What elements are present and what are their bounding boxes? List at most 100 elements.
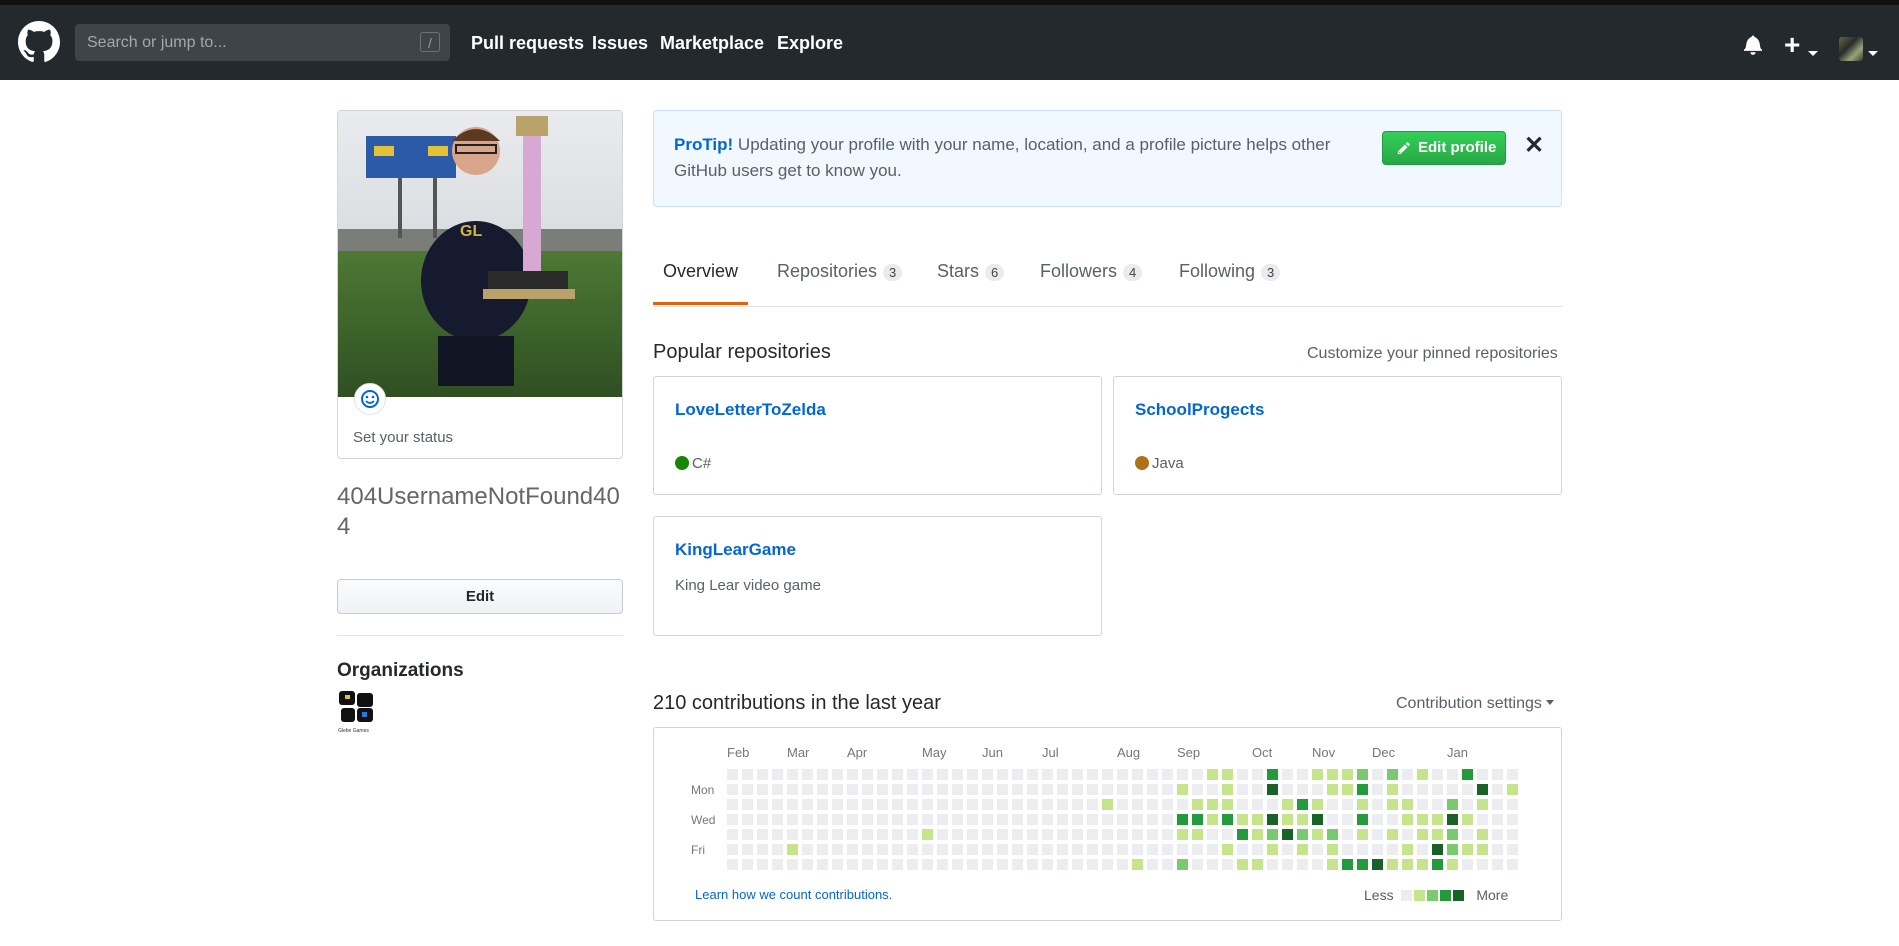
- contribution-day-cell[interactable]: [937, 859, 948, 870]
- contribution-day-cell[interactable]: [1117, 799, 1128, 810]
- contribution-day-cell[interactable]: [1027, 829, 1038, 840]
- contribution-day-cell[interactable]: [997, 844, 1008, 855]
- contribution-day-cell[interactable]: [832, 844, 843, 855]
- contribution-day-cell[interactable]: [892, 814, 903, 825]
- contribution-day-cell[interactable]: [1447, 769, 1458, 780]
- contribution-day-cell[interactable]: [952, 814, 963, 825]
- contribution-day-cell[interactable]: [1027, 844, 1038, 855]
- nav-issues[interactable]: Issues: [592, 33, 648, 54]
- edit-profile-button[interactable]: Edit: [337, 579, 623, 614]
- contribution-day-cell[interactable]: [862, 799, 873, 810]
- contribution-day-cell[interactable]: [1102, 814, 1113, 825]
- contribution-day-cell[interactable]: [1147, 814, 1158, 825]
- contribution-day-cell[interactable]: [727, 784, 738, 795]
- contribution-day-cell[interactable]: [1507, 859, 1518, 870]
- contribution-day-cell[interactable]: [877, 859, 888, 870]
- contribution-day-cell[interactable]: [787, 859, 798, 870]
- contribution-day-cell[interactable]: [1267, 769, 1278, 780]
- contribution-day-cell[interactable]: [1072, 799, 1083, 810]
- contribution-day-cell[interactable]: [1312, 829, 1323, 840]
- contribution-day-cell[interactable]: [817, 784, 828, 795]
- contribution-day-cell[interactable]: [1327, 829, 1338, 840]
- contribution-day-cell[interactable]: [1432, 859, 1443, 870]
- contribution-day-cell[interactable]: [1342, 784, 1353, 795]
- contribution-day-cell[interactable]: [1087, 814, 1098, 825]
- contribution-day-cell[interactable]: [907, 844, 918, 855]
- contribution-day-cell[interactable]: [1357, 859, 1368, 870]
- contribution-day-cell[interactable]: [1477, 859, 1488, 870]
- contribution-day-cell[interactable]: [1237, 829, 1248, 840]
- contribution-day-cell[interactable]: [1342, 844, 1353, 855]
- contribution-day-cell[interactable]: [1312, 784, 1323, 795]
- contribution-day-cell[interactable]: [1207, 769, 1218, 780]
- contribution-day-cell[interactable]: [1402, 769, 1413, 780]
- contribution-day-cell[interactable]: [832, 784, 843, 795]
- contribution-day-cell[interactable]: [1372, 814, 1383, 825]
- contribution-day-cell[interactable]: [1252, 829, 1263, 840]
- contribution-day-cell[interactable]: [1132, 814, 1143, 825]
- contribution-day-cell[interactable]: [1042, 769, 1053, 780]
- contribution-day-cell[interactable]: [1387, 814, 1398, 825]
- contribution-day-cell[interactable]: [1102, 844, 1113, 855]
- contribution-day-cell[interactable]: [922, 814, 933, 825]
- contribution-day-cell[interactable]: [1042, 814, 1053, 825]
- nav-pull-requests[interactable]: Pull requests: [471, 33, 584, 54]
- contribution-day-cell[interactable]: [967, 844, 978, 855]
- contribution-day-cell[interactable]: [1297, 859, 1308, 870]
- github-logo-icon[interactable]: [18, 21, 60, 63]
- contribution-day-cell[interactable]: [922, 859, 933, 870]
- contribution-day-cell[interactable]: [1072, 844, 1083, 855]
- contribution-day-cell[interactable]: [1192, 814, 1203, 825]
- contribution-day-cell[interactable]: [1162, 814, 1173, 825]
- contribution-day-cell[interactable]: [817, 844, 828, 855]
- contribution-day-cell[interactable]: [1147, 859, 1158, 870]
- contribution-day-cell[interactable]: [1462, 769, 1473, 780]
- contribution-day-cell[interactable]: [877, 844, 888, 855]
- contribution-day-cell[interactable]: [1342, 859, 1353, 870]
- contribution-day-cell[interactable]: [727, 829, 738, 840]
- contribution-day-cell[interactable]: [997, 814, 1008, 825]
- contribution-day-cell[interactable]: [1342, 814, 1353, 825]
- contribution-day-cell[interactable]: [727, 799, 738, 810]
- contribution-day-cell[interactable]: [1237, 784, 1248, 795]
- contribution-day-cell[interactable]: [1507, 799, 1518, 810]
- contribution-day-cell[interactable]: [1267, 784, 1278, 795]
- contribution-day-cell[interactable]: [892, 829, 903, 840]
- contribution-day-cell[interactable]: [1327, 769, 1338, 780]
- close-icon[interactable]: ✕: [1524, 131, 1544, 160]
- contribution-day-cell[interactable]: [892, 769, 903, 780]
- contribution-day-cell[interactable]: [1162, 799, 1173, 810]
- contribution-day-cell[interactable]: [862, 844, 873, 855]
- contribution-day-cell[interactable]: [1312, 769, 1323, 780]
- contribution-day-cell[interactable]: [1372, 829, 1383, 840]
- contribution-day-cell[interactable]: [832, 829, 843, 840]
- contribution-day-cell[interactable]: [937, 829, 948, 840]
- contribution-day-cell[interactable]: [1402, 829, 1413, 840]
- contribution-day-cell[interactable]: [742, 784, 753, 795]
- contribution-day-cell[interactable]: [1507, 814, 1518, 825]
- contribution-day-cell[interactable]: [1192, 829, 1203, 840]
- contribution-day-cell[interactable]: [1192, 859, 1203, 870]
- contribution-day-cell[interactable]: [1222, 814, 1233, 825]
- contribution-day-cell[interactable]: [1177, 769, 1188, 780]
- contribution-day-cell[interactable]: [877, 814, 888, 825]
- contribution-day-cell[interactable]: [1267, 799, 1278, 810]
- contribution-day-cell[interactable]: [1117, 784, 1128, 795]
- contribution-day-cell[interactable]: [982, 829, 993, 840]
- search-input[interactable]: [75, 24, 429, 61]
- contribution-day-cell[interactable]: [1432, 844, 1443, 855]
- contribution-day-cell[interactable]: [937, 814, 948, 825]
- contribution-day-cell[interactable]: [907, 829, 918, 840]
- contribution-day-cell[interactable]: [1222, 799, 1233, 810]
- contribution-day-cell[interactable]: [817, 769, 828, 780]
- contribution-day-cell[interactable]: [1057, 769, 1068, 780]
- contribution-day-cell[interactable]: [922, 799, 933, 810]
- contribution-day-cell[interactable]: [1087, 844, 1098, 855]
- status-area[interactable]: Set your status: [338, 383, 622, 458]
- contribution-day-cell[interactable]: [982, 784, 993, 795]
- contribution-day-cell[interactable]: [1327, 859, 1338, 870]
- contribution-day-cell[interactable]: [1102, 769, 1113, 780]
- contribution-day-cell[interactable]: [1507, 784, 1518, 795]
- contribution-day-cell[interactable]: [772, 814, 783, 825]
- contribution-day-cell[interactable]: [1057, 784, 1068, 795]
